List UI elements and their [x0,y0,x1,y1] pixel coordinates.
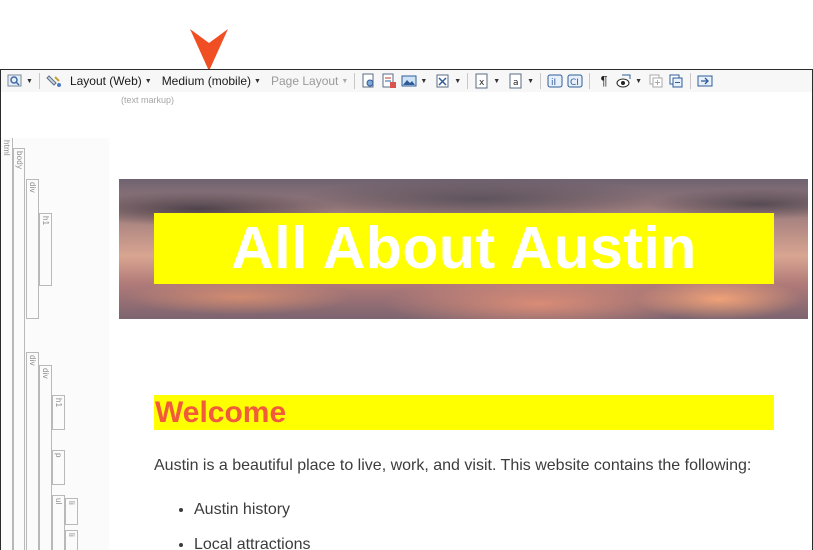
toolbar-divider [467,73,469,89]
insert-snippet-button[interactable]: a ▼ [506,71,536,91]
variable-icon: x [474,73,490,89]
structure-bar-h1[interactable]: h1 [52,395,65,430]
callout-arrow-icon [190,29,228,71]
structure-bar-h1[interactable]: h1 [39,213,52,286]
svg-text:CI: CI [570,78,579,88]
chevron-down-icon: ▼ [144,77,152,85]
preview-button[interactable] [359,71,379,91]
toolbar-divider [354,73,356,89]
text-markup-label: (text markup) [121,95,175,105]
intro-paragraph[interactable]: Austin is a beautiful place to live, wor… [154,457,751,475]
structure-bar-p[interactable]: p [52,450,65,485]
toolbar-divider [589,73,591,89]
chevron-down-icon: ▼ [341,77,349,85]
medium-dropdown-label: Medium (mobile) [161,74,252,88]
structure-bar-div[interactable]: div [26,352,39,550]
editor-content[interactable]: All About Austin Welcome Austin is a bea… [109,138,812,550]
inline-tag-button[interactable]: iI [545,71,565,91]
eye-icon [616,73,632,89]
layout-dropdown-label: Layout (Web) [69,74,142,88]
editor-toolbar: ▼ Layout (Web) ▼ Medium (mobile) ▼ Page … [1,70,812,92]
hero-title[interactable]: All About Austin [154,213,774,284]
show-changes-button[interactable] [379,71,399,91]
page-layout-dropdown[interactable]: Page Layout ▼ [269,71,350,91]
condition-tag-icon: CI [567,73,583,89]
track-changes-icon [381,73,397,89]
chevron-down-icon: ▼ [454,77,462,85]
object-icon [435,73,451,89]
format-painter-icon [46,73,62,89]
expand-icon [648,73,664,89]
structure-bar-li[interactable]: li [65,498,78,525]
toolbar-divider [38,73,40,89]
topics-list: Austin history Local attractions [154,500,311,550]
list-item[interactable]: Austin history [194,500,311,520]
page-layout-dropdown-label: Page Layout [270,74,339,88]
collapse-icon [668,73,684,89]
layout-dropdown[interactable]: Layout (Web) ▼ [68,71,154,91]
insert-image-button[interactable]: ▼ [399,71,429,91]
svg-text:iI: iI [551,78,556,88]
zoom-button[interactable]: ▼ [5,71,35,91]
structure-bar-div[interactable]: div [26,179,39,319]
collapse-button[interactable] [666,71,686,91]
hero-banner-image: All About Austin [119,179,808,319]
info-tag-icon: iI [547,73,563,89]
welcome-heading[interactable]: Welcome [154,395,774,430]
expand-button[interactable] [646,71,666,91]
structure-bar-body[interactable]: body [13,148,25,550]
bind-icon [697,73,713,89]
toolbar-divider [690,73,691,89]
magnifier-icon [7,73,23,89]
svg-text:a: a [513,78,519,88]
list-item[interactable]: Local attractions [194,535,311,550]
chevron-down-icon: ▼ [26,77,33,85]
chevron-down-icon: ▼ [527,77,535,85]
structure-bar-ul[interactable]: ul [52,495,65,550]
show-tags-button[interactable]: ▼ [614,71,644,91]
insert-variable-button[interactable]: x ▼ [472,71,502,91]
pilcrow-icon: ¶ [600,73,608,88]
structure-bar-html[interactable]: html [1,138,13,550]
chevron-down-icon: ▼ [254,77,261,85]
chevron-down-icon: ▼ [493,77,501,85]
svg-text:x: x [479,78,485,88]
image-icon [401,73,417,89]
toolbar-divider [540,73,542,89]
chevron-down-icon: ▼ [420,77,428,85]
medium-dropdown[interactable]: Medium (mobile) ▼ [160,71,263,91]
condition-tag-button[interactable]: CI [565,71,585,91]
structure-bar-li[interactable]: li [65,530,78,550]
insert-object-button[interactable]: ▼ [433,71,463,91]
editor-window: ▼ Layout (Web) ▼ Medium (mobile) ▼ Page … [0,69,813,550]
preview-icon [361,73,377,89]
structure-bar-div[interactable]: div [39,365,52,550]
bind-button[interactable] [695,71,715,91]
structure-bar-panel: html body div h1 div div h1 p ul li li [1,138,109,550]
snippet-icon: a [508,73,524,89]
chevron-down-icon: ▼ [635,77,642,85]
show-markers-button[interactable]: ¶ [594,71,614,91]
format-painter-button[interactable] [44,71,64,91]
